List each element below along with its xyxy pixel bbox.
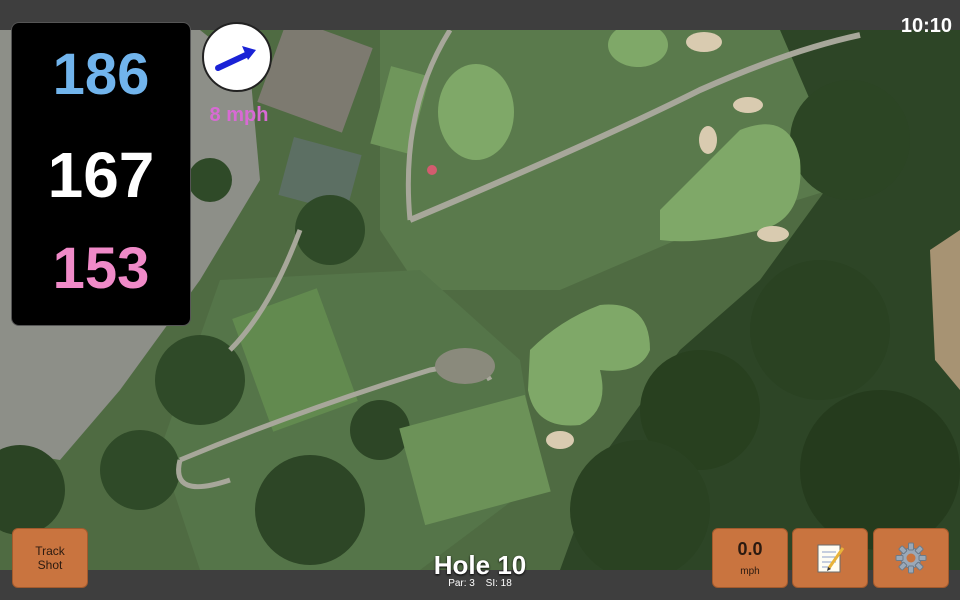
front-yardage: 153 <box>52 236 150 301</box>
settings-button[interactable] <box>873 528 949 588</box>
notepad-icon <box>817 544 845 573</box>
speed-unit: mph <box>740 566 760 577</box>
notes-button[interactable] <box>792 528 868 588</box>
par-label: Par: 3 <box>448 578 475 589</box>
back-yardage: 186 <box>52 42 150 107</box>
yardage-panel: 186 167 153 <box>11 22 191 326</box>
stroke-index-label: SI: 18 <box>485 578 512 589</box>
clock: 10:10 <box>900 15 952 37</box>
gear-icon <box>895 542 927 574</box>
middle-yardage: 167 <box>47 139 155 211</box>
wind-arrow-icon <box>215 46 256 71</box>
wind-direction-indicator <box>202 22 272 92</box>
speed-button[interactable]: 0.0 mph <box>712 528 788 588</box>
speed-value: 0.0 <box>737 539 763 559</box>
wind-speed-label: 8 mph <box>209 104 269 126</box>
